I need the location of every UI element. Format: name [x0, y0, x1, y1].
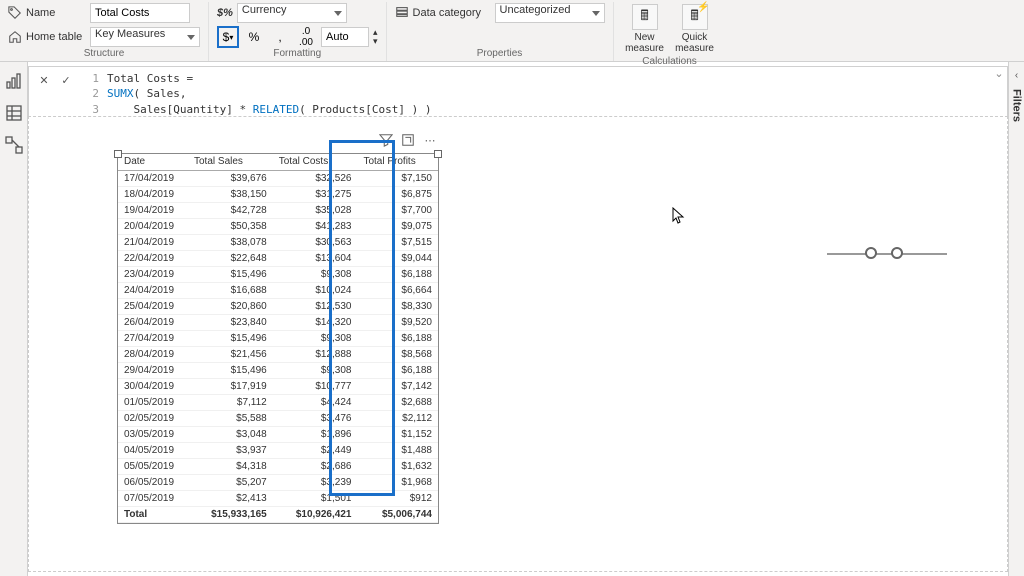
filters-label: Filters [1011, 89, 1023, 122]
column-header[interactable]: Date [118, 154, 188, 170]
data-category-select[interactable]: Uncategorized [495, 3, 605, 23]
data-category-label: Data category [413, 7, 491, 19]
tag-icon [8, 6, 22, 20]
properties-group-label: Properties [477, 48, 523, 61]
filters-pane-collapsed[interactable]: ‹ Filters [1008, 62, 1024, 576]
table-row[interactable]: 18/04/2019$38,150$31,275$6,875 [118, 186, 438, 202]
percent-button[interactable]: % [243, 26, 265, 48]
formatting-group-label: Formatting [273, 48, 321, 61]
table-row[interactable]: 04/05/2019$3,937$2,449$1,488 [118, 442, 438, 458]
column-header[interactable]: Total Sales [188, 154, 273, 170]
table-row[interactable]: 27/04/2019$15,496$9,308$6,188 [118, 330, 438, 346]
new-measure-button[interactable]: 🖩 New measure [622, 2, 668, 56]
currency-button[interactable]: $▾ [217, 26, 239, 48]
table-row[interactable]: 19/04/2019$42,728$35,028$7,700 [118, 202, 438, 218]
ribbon-group-formatting: $% Currency $▾ % , .0.00 ▴▾ Formatting [209, 2, 387, 61]
column-header[interactable]: Total Profits [357, 154, 438, 170]
table-row[interactable]: 20/04/2019$50,358$41,283$9,075 [118, 218, 438, 234]
view-rail [0, 62, 28, 576]
structure-group-label: Structure [84, 48, 125, 61]
table-visual[interactable]: ⋯ DateTotal SalesTotal CostsTotal Profit… [117, 153, 439, 524]
ribbon: Name Home table Key Measures Structure $… [0, 0, 1024, 62]
formula-bar: ✕ ✓ 1Total Costs = 2SUMX( Sales, 3 Sales… [28, 66, 1008, 122]
table-row[interactable]: 25/04/2019$20,860$12,530$8,330 [118, 298, 438, 314]
column-header[interactable]: Total Costs [273, 154, 358, 170]
table-row[interactable]: 01/05/2019$7,112$4,424$2,688 [118, 394, 438, 410]
ribbon-group-structure: Name Home table Key Measures Structure [0, 2, 209, 61]
table-row[interactable]: 21/04/2019$38,078$30,563$7,515 [118, 234, 438, 250]
formula-expand-button[interactable]: ⌄ [991, 67, 1007, 80]
total-row: Total$15,933,165$10,926,421$5,006,744 [118, 506, 438, 522]
home-table-select[interactable]: Key Measures [90, 27, 200, 47]
data-view-icon[interactable] [5, 104, 23, 122]
table-row[interactable]: 17/04/2019$39,676$32,526$7,150 [118, 170, 438, 186]
formula-editor[interactable]: 1Total Costs = 2SUMX( Sales, 3 Sales[Qua… [81, 67, 991, 121]
table-row[interactable]: 06/05/2019$5,207$3,239$1,968 [118, 474, 438, 490]
report-canvas[interactable]: ⋯ DateTotal SalesTotal CostsTotal Profit… [28, 116, 1008, 572]
home-icon [8, 30, 22, 44]
decimal-places-input[interactable] [321, 27, 369, 47]
model-view-icon[interactable] [5, 136, 23, 154]
name-input[interactable] [90, 3, 190, 23]
format-select[interactable]: Currency [237, 3, 347, 23]
decimal-button[interactable]: .0.00 [295, 26, 317, 48]
focus-icon[interactable] [400, 132, 416, 148]
formula-commit-button[interactable]: ✓ [57, 71, 75, 89]
table-row[interactable]: 24/04/2019$16,688$10,024$6,664 [118, 282, 438, 298]
ribbon-group-calculations: 🖩 New measure 🖩⚡ Quick measure Calculati… [614, 2, 726, 61]
home-table-label: Home table [26, 31, 86, 43]
data-table: DateTotal SalesTotal CostsTotal Profits … [118, 154, 438, 523]
table-row[interactable]: 23/04/2019$15,496$9,308$6,188 [118, 266, 438, 282]
quick-measure-button[interactable]: 🖩⚡ Quick measure [672, 2, 718, 56]
table-row[interactable]: 07/05/2019$2,413$1,501$912 [118, 490, 438, 506]
report-view-icon[interactable] [5, 72, 23, 90]
data-category-icon [395, 5, 409, 22]
quick-calc-icon: 🖩⚡ [682, 4, 708, 30]
table-row[interactable]: 03/05/2019$3,048$1,896$1,152 [118, 426, 438, 442]
table-row[interactable]: 29/04/2019$15,496$9,308$6,188 [118, 362, 438, 378]
more-options-icon[interactable]: ⋯ [422, 132, 438, 148]
comma-button[interactable]: , [269, 26, 291, 48]
chevron-left-icon[interactable]: ‹ [1015, 70, 1018, 81]
name-label: Name [26, 7, 86, 19]
stepper-icon[interactable]: ▴▾ [373, 28, 378, 46]
table-row[interactable]: 30/04/2019$17,919$10,777$7,142 [118, 378, 438, 394]
format-icon: $% [217, 7, 233, 19]
table-row[interactable]: 28/04/2019$21,456$12,888$8,568 [118, 346, 438, 362]
formula-cancel-button[interactable]: ✕ [35, 71, 53, 89]
calculator-icon: 🖩 [632, 4, 658, 30]
table-row[interactable]: 02/05/2019$5,588$3,476$2,112 [118, 410, 438, 426]
table-row[interactable]: 22/04/2019$22,648$13,604$9,044 [118, 250, 438, 266]
zoom-slider[interactable] [827, 235, 947, 265]
ribbon-group-properties: Data category Uncategorized Properties [387, 2, 614, 61]
table-row[interactable]: 05/05/2019$4,318$2,686$1,632 [118, 458, 438, 474]
table-row[interactable]: 26/04/2019$23,840$14,320$9,520 [118, 314, 438, 330]
filter-icon[interactable] [378, 132, 394, 148]
